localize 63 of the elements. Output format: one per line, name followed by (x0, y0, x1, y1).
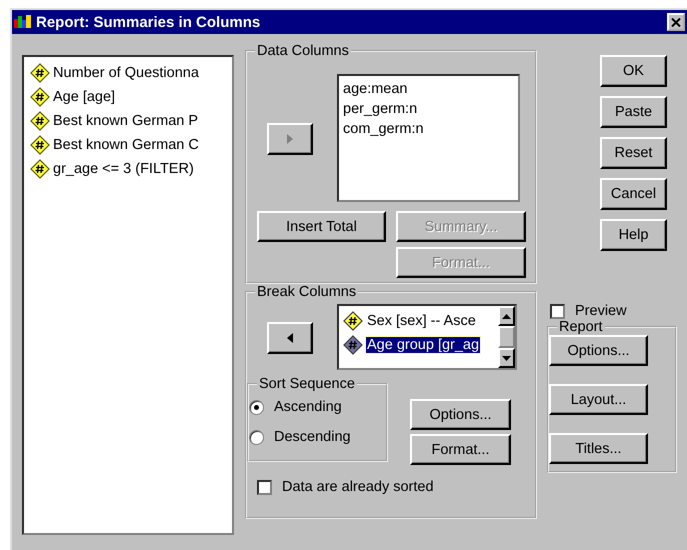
break-columns-list[interactable]: Sex [sex] -- Asce Age group [gr_ag (337, 304, 517, 370)
checkbox-option[interactable]: Data are already sorted (257, 479, 535, 495)
group-label: Report (558, 319, 604, 335)
dialog-button[interactable]: Help (600, 219, 667, 251)
radio-option[interactable]: Descending (249, 422, 386, 452)
group-label: Data Columns (256, 43, 350, 59)
dialog-button[interactable]: Paste (600, 96, 667, 128)
close-icon (671, 18, 681, 26)
checkbox-label: Preview (575, 303, 627, 319)
dialog-button[interactable]: OK (600, 55, 667, 87)
numeric-variable-icon (343, 311, 363, 331)
move-right-button[interactable] (267, 123, 313, 155)
numeric-variable-icon (30, 111, 50, 131)
variable-label: Age [age] (53, 89, 116, 105)
list-item[interactable]: Age group [gr_ag (343, 333, 498, 357)
dialog-button[interactable]: Reset (600, 137, 667, 169)
dialog-button[interactable]: Options... (549, 335, 648, 366)
variable-label: Best known German C (53, 137, 199, 153)
radio-button[interactable] (249, 430, 264, 444)
variable-label: Best known German P (53, 113, 198, 129)
list-item[interactable]: per_germ:n (343, 101, 518, 121)
app-icon (14, 14, 32, 30)
variable-label: gr_age <= 3 (FILTER) (53, 161, 194, 177)
radio-label: Ascending (274, 399, 342, 415)
checkbox-label: Data are already sorted (282, 479, 434, 495)
checkbox[interactable] (550, 304, 565, 318)
data-columns-list[interactable]: age:mean per_germ:n com_germ:n (337, 74, 520, 202)
dialog-button[interactable]: Layout... (549, 384, 648, 415)
up-arrow-icon (502, 314, 511, 318)
numeric-variable-icon (30, 135, 50, 155)
numeric-variable-icon (343, 335, 363, 355)
close-button[interactable] (667, 13, 685, 31)
dialog-button[interactable]: Format... (410, 434, 511, 465)
radio-option[interactable]: Ascending (249, 392, 386, 422)
variable-item[interactable]: gr_age <= 3 (FILTER) (30, 157, 232, 181)
list-item[interactable]: com_germ:n (343, 121, 518, 141)
scrollbar[interactable] (498, 306, 515, 368)
variable-item[interactable]: Best known German C (30, 133, 232, 157)
radio-button[interactable] (249, 400, 264, 414)
move-left-button[interactable] (267, 322, 313, 354)
dialog-button[interactable]: Insert Total (257, 211, 386, 242)
checkbox-option[interactable]: Preview (550, 303, 677, 319)
checkbox[interactable] (257, 480, 272, 494)
dialog-button[interactable]: Titles... (549, 433, 648, 464)
variable-label: Number of Questionna (53, 65, 199, 81)
variable-item[interactable]: Best known German P (30, 109, 232, 133)
group-label: Sort Sequence (258, 376, 356, 392)
variable-list[interactable]: Number of Questionna Age [age] Best known German P Best known German C gr_age <= 3 (FILTER) (22, 55, 234, 535)
list-item[interactable]: age:mean (343, 81, 518, 101)
dialog-button[interactable]: Cancel (600, 178, 667, 210)
numeric-variable-icon (30, 63, 50, 83)
variable-item[interactable]: Age [age] (30, 85, 232, 109)
list-item[interactable]: Sex [sex] -- Asce (343, 309, 498, 333)
radio-label: Descending (274, 429, 351, 445)
left-arrow-icon (286, 332, 294, 344)
down-arrow-icon (502, 356, 511, 360)
numeric-variable-icon (30, 159, 50, 179)
right-arrow-icon (286, 133, 294, 145)
dialog-button[interactable]: Options... (410, 399, 511, 430)
numeric-variable-icon (30, 87, 50, 107)
group-label: Break Columns (256, 284, 358, 300)
window-title: Report: Summaries in Columns (36, 14, 262, 30)
variable-item[interactable]: Number of Questionna (30, 61, 232, 85)
